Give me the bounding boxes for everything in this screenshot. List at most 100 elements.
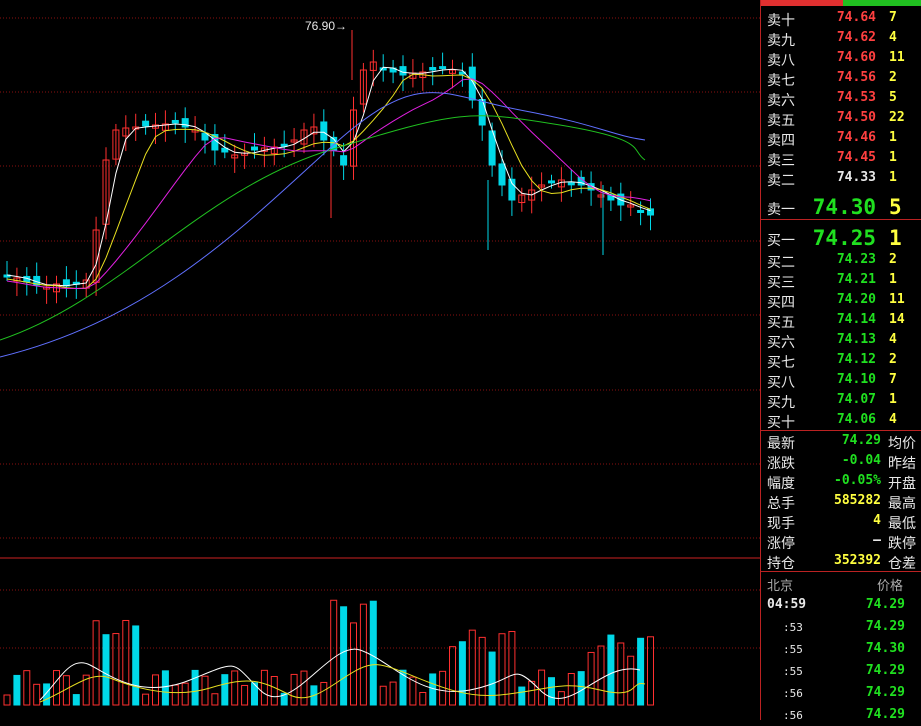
tick-row: :55 74.30 <box>761 638 921 660</box>
stat-key: 涨跌 <box>767 455 795 471</box>
bid-level-1[interactable]: 买一 74.25 1 <box>761 225 921 250</box>
bid-level-8[interactable]: 买八 74.10 7 <box>761 370 921 390</box>
ask-level-4-volume: 1 <box>889 130 897 145</box>
ask-level-6-label: 卖六 <box>767 92 795 108</box>
tick-price: 74.29 <box>865 619 905 634</box>
ask-level-7-label: 卖七 <box>767 72 795 88</box>
bid-level-2-label: 买二 <box>767 254 795 270</box>
volume-bar <box>161 670 169 706</box>
volume-bar <box>142 693 150 706</box>
ask-level-5-volume: 22 <box>889 110 905 125</box>
volume-bar <box>102 634 110 706</box>
tick-row: :56 74.29 <box>761 682 921 704</box>
volume-bar <box>597 645 605 706</box>
candle-body <box>498 163 506 186</box>
ask-level-4[interactable]: 卖四 74.46 1 <box>761 128 921 148</box>
ask-level-2-volume: 1 <box>889 170 897 185</box>
stat-key-2: 仓差 <box>888 555 916 571</box>
bid-level-10[interactable]: 买十 74.06 4 <box>761 410 921 430</box>
volume-bar <box>359 603 367 706</box>
stat-key-2: 开盘 <box>888 475 916 491</box>
volume-bar <box>587 651 595 706</box>
stat-row: 现手 4 最低 <box>761 511 921 531</box>
stat-value: 352392 <box>834 553 881 568</box>
bid-level-10-volume: 4 <box>889 412 897 427</box>
volume-bar <box>241 684 249 706</box>
buy-sell-ratio-bar <box>761 0 921 6</box>
candlestick-chart[interactable]: 76.90→ <box>0 0 760 720</box>
volume-bar <box>122 619 130 706</box>
bid-level-6[interactable]: 买六 74.13 4 <box>761 330 921 350</box>
ask-level-9[interactable]: 卖九 74.62 4 <box>761 28 921 48</box>
volume-bar <box>577 671 585 706</box>
candle-body <box>340 155 348 166</box>
tick-time: :53 <box>783 621 803 634</box>
ask-level-10[interactable]: 卖十 74.64 7 <box>761 8 921 28</box>
volume-bar <box>548 677 555 706</box>
volume-bar <box>201 675 209 706</box>
bid-level-2[interactable]: 买二 74.23 2 <box>761 250 921 270</box>
tick-row: 04:59 74.29 <box>761 594 921 616</box>
ask-level-8-label: 卖八 <box>767 52 795 68</box>
ask-level-6[interactable]: 卖六 74.53 5 <box>761 88 921 108</box>
ask-level-2-price: 74.33 <box>836 170 876 185</box>
ask-level-3-price: 74.45 <box>836 150 876 165</box>
bid-level-5[interactable]: 买五 74.14 14 <box>761 310 921 330</box>
tick-price: 74.29 <box>865 597 905 612</box>
ask-level-5[interactable]: 卖五 74.50 22 <box>761 108 921 128</box>
ask-level-10-volume: 7 <box>889 10 897 25</box>
stat-key: 持仓 <box>767 555 795 571</box>
bid-level-5-price: 74.14 <box>836 312 876 327</box>
ask-level-9-label: 卖九 <box>767 32 795 48</box>
stat-value: 74.29 <box>841 433 881 448</box>
volume-bar <box>152 674 159 706</box>
ask-level-7[interactable]: 卖七 74.56 2 <box>761 68 921 88</box>
high-price-label: 76.90→ <box>305 19 347 33</box>
bid-level-9-volume: 1 <box>889 392 897 407</box>
bid-level-4[interactable]: 买四 74.20 11 <box>761 290 921 310</box>
ask-level-8[interactable]: 卖八 74.60 11 <box>761 48 921 68</box>
ask-level-4-label: 卖四 <box>767 132 795 148</box>
volume-bar <box>23 670 31 706</box>
volume-bar <box>231 670 239 706</box>
bid-level-5-label: 买五 <box>767 314 795 330</box>
volume-bar <box>458 641 466 706</box>
stat-value: — <box>873 533 881 548</box>
volume-bar <box>449 646 456 706</box>
stat-key-2: 昨结 <box>888 455 916 471</box>
ask-level-9-price: 74.62 <box>836 30 876 45</box>
bid-level-3-price: 74.21 <box>836 272 876 287</box>
bid-level-7-label: 买七 <box>767 354 795 370</box>
kline-chart-area[interactable]: 76.90→ <box>0 0 760 720</box>
volume-bar <box>211 693 219 706</box>
volume-bar <box>181 682 189 706</box>
volume-bar <box>617 642 625 706</box>
candle-body <box>251 146 258 151</box>
ask-1-label: 卖一 <box>767 201 795 217</box>
tick-time: :56 <box>783 687 803 700</box>
ask-level-9-volume: 4 <box>889 30 897 45</box>
bid-level-7[interactable]: 买七 74.12 2 <box>761 350 921 370</box>
tick-row: :56 74.29 <box>761 704 921 726</box>
stat-key: 涨停 <box>767 535 795 551</box>
ask-level-2[interactable]: 卖二 74.33 1 <box>761 168 921 188</box>
ask-level-4-price: 74.46 <box>836 130 876 145</box>
tick-row: :55 74.29 <box>761 660 921 682</box>
ma20-line <box>6 78 651 290</box>
volume-bar <box>320 681 328 706</box>
ask-level-3[interactable]: 卖三 74.45 1 <box>761 148 921 168</box>
bid-level-9[interactable]: 买九 74.07 1 <box>761 390 921 410</box>
bid-level-3[interactable]: 买三 74.21 1 <box>761 270 921 290</box>
ask-level-10-price: 74.64 <box>836 10 876 25</box>
ask-level-1[interactable]: 卖一 74.30 5 <box>761 194 921 219</box>
volume-bar <box>221 674 229 706</box>
ticks-price-header: 价格 <box>876 578 903 593</box>
stat-row: 涨停 — 跌停 <box>761 531 921 551</box>
bid-level-9-price: 74.07 <box>836 392 876 407</box>
stat-value: 4 <box>873 513 881 528</box>
volume-bar <box>13 674 21 706</box>
bid-ask-divider <box>761 219 921 220</box>
stat-key-2: 跌停 <box>888 535 916 551</box>
volume-bar <box>528 680 536 706</box>
volume-bar <box>350 622 357 706</box>
